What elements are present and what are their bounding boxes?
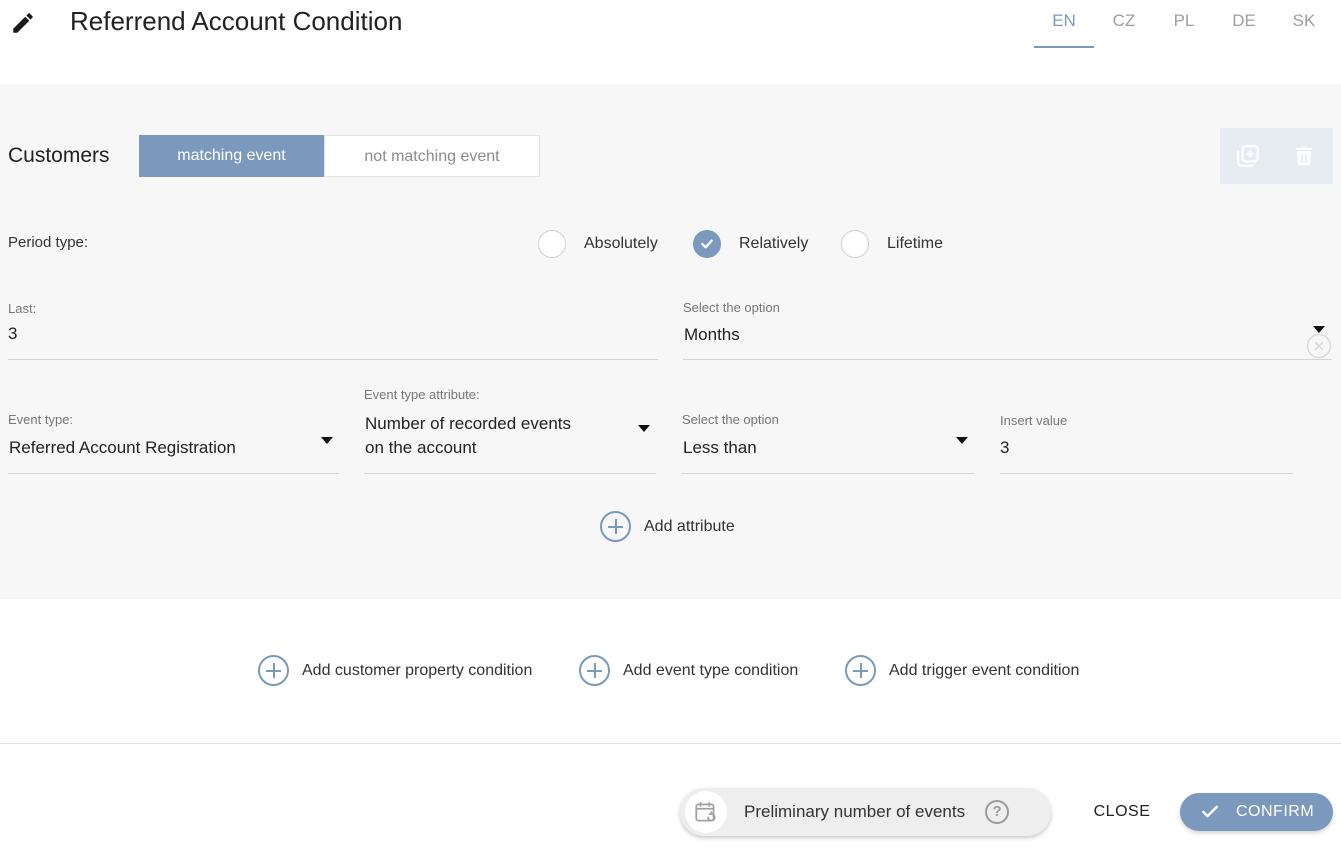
language-tabs: EN CZ PL DE SK [1034,0,1334,50]
add-customer-property-label: Add customer property condition [302,661,533,679]
event-attribute-value-line2: on the account [365,438,477,457]
duplicate-condition-button[interactable] [1220,128,1276,184]
lang-tab-en[interactable]: EN [1034,0,1094,48]
page-title: Referrend Account Condition [70,6,403,36]
check-icon [1202,805,1218,818]
period-unit-select[interactable]: Select the option Months [683,294,1332,360]
period-type-label: Period type: [8,234,89,251]
radio-absolutely[interactable]: Absolutely [538,230,658,258]
preliminary-events-button[interactable]: Preliminary number of events ? [680,788,1051,836]
caret-down-icon [1313,326,1325,333]
lang-tab-de[interactable]: DE [1214,0,1274,48]
event-type-value: Referred Account Registration [9,438,236,457]
radio-lifetime[interactable]: Lifetime [841,230,943,258]
radio-relatively[interactable]: Relatively [693,230,808,258]
event-type-select[interactable]: Event type: Referred Account Registratio… [8,404,339,474]
operator-select[interactable]: Select the option Less than [682,404,974,474]
radio-label: Absolutely [584,235,658,252]
condition-panel: Customers matching event not matching ev… [0,84,1341,599]
matching-toggle: matching event not matching event [139,135,540,177]
lang-tab-cz[interactable]: CZ [1094,0,1154,48]
event-type-label: Event type: [8,412,74,427]
matching-event-button[interactable]: matching event [139,135,324,177]
last-label: Last: [8,301,37,316]
add-customer-property-condition-button[interactable]: Add customer property condition [258,655,532,686]
last-value: 3 [8,324,18,343]
add-circle-icon [579,655,610,686]
lang-tab-pl[interactable]: PL [1154,0,1214,48]
radio-circle [841,230,869,258]
radio-label: Relatively [739,235,809,252]
lang-tab-sk[interactable]: SK [1274,0,1334,48]
event-attribute-select[interactable]: Event type attribute: Number of recorded… [364,380,656,474]
trash-icon [1296,147,1312,165]
customers-label: Customers [8,144,110,167]
calendar-refresh-icon [685,791,727,833]
preliminary-events-label: Preliminary number of events [744,802,966,821]
not-matching-event-button[interactable]: not matching event [324,135,540,177]
period-unit-label: Select the option [683,300,780,315]
confirm-label: CONFIRM [1236,803,1315,820]
copy-add-icon [1237,145,1259,167]
add-event-type-label: Add event type condition [623,661,799,679]
remove-attribute-icon[interactable] [1306,333,1332,359]
event-attribute-value-line1: Number of recorded events [365,414,571,433]
add-circle-icon [258,655,289,686]
add-event-type-condition-button[interactable]: Add event type condition [579,655,798,686]
add-circle-icon [845,655,876,686]
add-trigger-event-label: Add trigger event condition [889,661,1080,679]
caret-down-icon [638,425,650,432]
event-attribute-label: Event type attribute: [364,387,480,402]
period-unit-value: Months [684,325,740,344]
add-trigger-event-condition-button[interactable]: Add trigger event condition [845,655,1079,686]
insert-value-value: 3 [1000,438,1010,457]
caret-down-icon [956,437,968,444]
edit-pencil-icon[interactable] [10,10,36,36]
radio-circle-checked [693,230,721,258]
radio-circle [538,230,566,258]
operator-label: Select the option [682,412,779,427]
close-button[interactable]: CLOSE [1085,795,1159,829]
caret-down-icon [321,437,333,444]
add-attribute-button[interactable]: Add attribute [600,511,735,542]
help-icon[interactable]: ? [985,800,1010,824]
delete-condition-button[interactable] [1276,128,1332,184]
footer-divider [0,743,1341,744]
panel-actions [1220,128,1333,184]
last-field[interactable]: Last: 3 [8,294,658,360]
add-circle-icon [600,511,631,542]
confirm-button[interactable]: CONFIRM [1180,793,1333,831]
operator-value: Less than [683,438,757,457]
radio-label: Lifetime [887,235,944,252]
check-icon [701,239,713,249]
insert-value-label: Insert value [1000,413,1068,428]
add-attribute-label: Add attribute [644,517,735,535]
insert-value-field[interactable]: Insert value 3 [1000,404,1293,474]
